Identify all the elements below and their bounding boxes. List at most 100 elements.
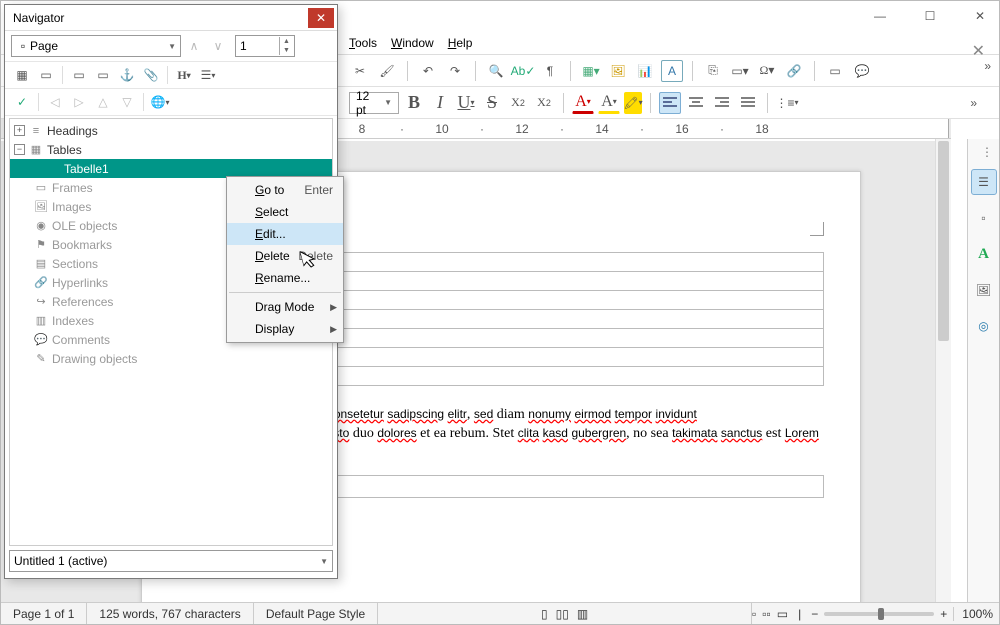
spellcheck-icon[interactable]: Ab✓ bbox=[512, 60, 534, 82]
page-number-spinner[interactable]: 1 ▲▼ bbox=[235, 35, 295, 57]
tree-drawing[interactable]: ✎Drawing objects bbox=[10, 349, 332, 368]
ctx-edit[interactable]: Edit... bbox=[227, 223, 343, 245]
insert-field-icon[interactable]: ▭▾ bbox=[729, 60, 751, 82]
ctx-rename[interactable]: Rename... bbox=[227, 267, 343, 289]
menu-window[interactable]: Window bbox=[391, 36, 434, 50]
list-box-icon[interactable]: ☰▾ bbox=[197, 64, 219, 86]
drag-mode-icon[interactable]: 🌐▾ bbox=[149, 91, 171, 113]
navigator-toolbar-2: ▦ ▭ ▭ ▭ ⚓ 📎 H▾ ☰▾ bbox=[5, 62, 337, 89]
insert-table-icon[interactable]: ▦▾ bbox=[580, 60, 602, 82]
layout-book-icon[interactable]: ▭ bbox=[777, 607, 788, 621]
justify-button[interactable] bbox=[737, 92, 759, 114]
formatting-marks-icon[interactable]: ¶ bbox=[539, 60, 561, 82]
properties-panel-icon[interactable]: ☰ bbox=[971, 169, 997, 195]
find-icon[interactable]: 🔍 bbox=[485, 60, 507, 82]
sidebar-menu-icon[interactable]: ⋮ bbox=[981, 145, 999, 159]
status-view-book-icon[interactable]: ▥ bbox=[577, 607, 588, 621]
ruler-tick: · bbox=[702, 122, 742, 136]
page-panel-icon[interactable]: ▫ bbox=[971, 205, 997, 231]
ctx-delete[interactable]: DeleteDelete bbox=[227, 245, 343, 267]
nav-next-button[interactable]: ∨ bbox=[207, 35, 229, 57]
menu-help[interactable]: Help bbox=[448, 36, 473, 50]
align-left-button[interactable] bbox=[659, 92, 681, 114]
comment-icon[interactable]: 💬 bbox=[851, 60, 873, 82]
styles-panel-icon[interactable]: A bbox=[971, 241, 997, 267]
toolbar-more-icon[interactable]: » bbox=[984, 59, 991, 73]
cut-icon[interactable]: ✂ bbox=[349, 60, 371, 82]
navigator-titlebar[interactable]: Navigator ✕ bbox=[5, 5, 337, 31]
bullets-button[interactable]: ⋮≡▾ bbox=[776, 92, 798, 114]
navigator-panel-icon[interactable]: ◎ bbox=[971, 313, 997, 339]
insert-image-icon[interactable]: 🖼 bbox=[607, 60, 629, 82]
zoom-percent[interactable]: 100% bbox=[953, 607, 993, 621]
layout-single-icon[interactable]: ▫ bbox=[752, 607, 756, 621]
nav-prev-button[interactable]: ∧ bbox=[183, 35, 205, 57]
anchor-icon[interactable]: ⚓ bbox=[116, 64, 138, 86]
heading-levels-icon[interactable]: H▾ bbox=[173, 64, 195, 86]
navigation-category-combo[interactable]: ▫ Page▼ bbox=[11, 35, 181, 57]
special-char-icon[interactable]: Ω▾ bbox=[756, 60, 778, 82]
promote-chapter-icon[interactable]: ✓ bbox=[11, 91, 33, 113]
formatting-more-icon[interactable]: » bbox=[970, 96, 977, 110]
ctx-select[interactable]: Select bbox=[227, 201, 343, 223]
status-pagestyle[interactable]: Default Page Style bbox=[254, 603, 378, 624]
status-bar: Page 1 of 1 125 words, 767 characters De… bbox=[1, 602, 999, 624]
font-size-combo[interactable]: 12 pt▼ bbox=[349, 92, 399, 114]
window-minimize-button[interactable]: — bbox=[865, 4, 895, 28]
redo-icon[interactable]: ↷ bbox=[444, 60, 466, 82]
layout-multi-icon[interactable]: ▫▫ bbox=[762, 607, 771, 621]
ruler-tick: 8 bbox=[342, 122, 382, 136]
insert-textbox-icon[interactable]: A bbox=[661, 60, 683, 82]
subscript-button[interactable]: X2 bbox=[533, 92, 555, 114]
vertical-scrollbar[interactable] bbox=[935, 139, 951, 602]
status-view-multi-icon[interactable]: ▯▯ bbox=[556, 607, 569, 621]
ctx-goto[interactable]: Go toEnter bbox=[227, 179, 343, 201]
window-maximize-button[interactable]: ☐ bbox=[915, 4, 945, 28]
status-page[interactable]: Page 1 of 1 bbox=[1, 603, 87, 624]
zoom-out-button[interactable]: − bbox=[811, 607, 818, 621]
char-highlight-button[interactable]: A▾ bbox=[598, 92, 620, 114]
toggle-master-icon[interactable]: ▭ bbox=[35, 64, 57, 86]
menu-tools[interactable]: Tools bbox=[349, 36, 377, 50]
insert-chart-icon[interactable]: 📊 bbox=[634, 60, 656, 82]
tree-tables[interactable]: −▦ Tables bbox=[10, 140, 332, 159]
footer-icon[interactable]: ▭ bbox=[92, 64, 114, 86]
footnote-icon[interactable]: ▭ bbox=[824, 60, 846, 82]
paintbrush-icon[interactable]: 🖌 bbox=[376, 60, 398, 82]
ruler-tick: 18 bbox=[742, 122, 782, 136]
reminder-icon[interactable]: 📎 bbox=[140, 64, 162, 86]
content-view-icon[interactable]: ▦ bbox=[11, 64, 33, 86]
superscript-button[interactable]: X2 bbox=[507, 92, 529, 114]
sidebar-panel: ⋮ ☰ ▫ A 🖼 ◎ bbox=[967, 139, 999, 602]
navigator-close-button[interactable]: ✕ bbox=[308, 8, 334, 28]
zoom-in-button[interactable]: + bbox=[940, 607, 947, 621]
move-up-icon[interactable]: △ bbox=[92, 91, 114, 113]
hyperlink-icon[interactable]: 🔗 bbox=[783, 60, 805, 82]
move-left-icon[interactable]: ◁ bbox=[44, 91, 66, 113]
document-close-button[interactable]: ✕ bbox=[972, 41, 985, 61]
navigator-document-combo[interactable]: Untitled 1 (active)▼ bbox=[9, 550, 333, 572]
zoom-slider[interactable] bbox=[824, 612, 934, 616]
ruler-tick: · bbox=[542, 122, 582, 136]
move-right-icon[interactable]: ▷ bbox=[68, 91, 90, 113]
align-right-button[interactable] bbox=[711, 92, 733, 114]
font-color-button[interactable]: A▾ bbox=[572, 92, 594, 114]
underline-button[interactable]: U▾ bbox=[455, 92, 477, 114]
undo-icon[interactable]: ↶ bbox=[417, 60, 439, 82]
status-wordcount[interactable]: 125 words, 767 characters bbox=[87, 603, 253, 624]
italic-button[interactable]: I bbox=[429, 92, 451, 114]
window-close-button[interactable]: ✕ bbox=[965, 4, 995, 28]
header-icon[interactable]: ▭ bbox=[68, 64, 90, 86]
page-break-icon[interactable]: ⎘ bbox=[702, 60, 724, 82]
gallery-panel-icon[interactable]: 🖼 bbox=[971, 277, 997, 303]
tree-headings[interactable]: +≡ Headings bbox=[10, 121, 332, 140]
ctx-dragmode[interactable]: Drag Mode▶ bbox=[227, 296, 343, 318]
move-down-icon[interactable]: ▽ bbox=[116, 91, 138, 113]
status-view-single-icon[interactable]: ▯ bbox=[541, 607, 548, 621]
strike-button[interactable]: S bbox=[481, 92, 503, 114]
ctx-display[interactable]: Display▶ bbox=[227, 318, 343, 340]
ruler-tick: 16 bbox=[662, 122, 702, 136]
bold-button[interactable]: B bbox=[403, 92, 425, 114]
highlight-button[interactable]: 🖍▾ bbox=[624, 92, 642, 114]
align-center-button[interactable] bbox=[685, 92, 707, 114]
